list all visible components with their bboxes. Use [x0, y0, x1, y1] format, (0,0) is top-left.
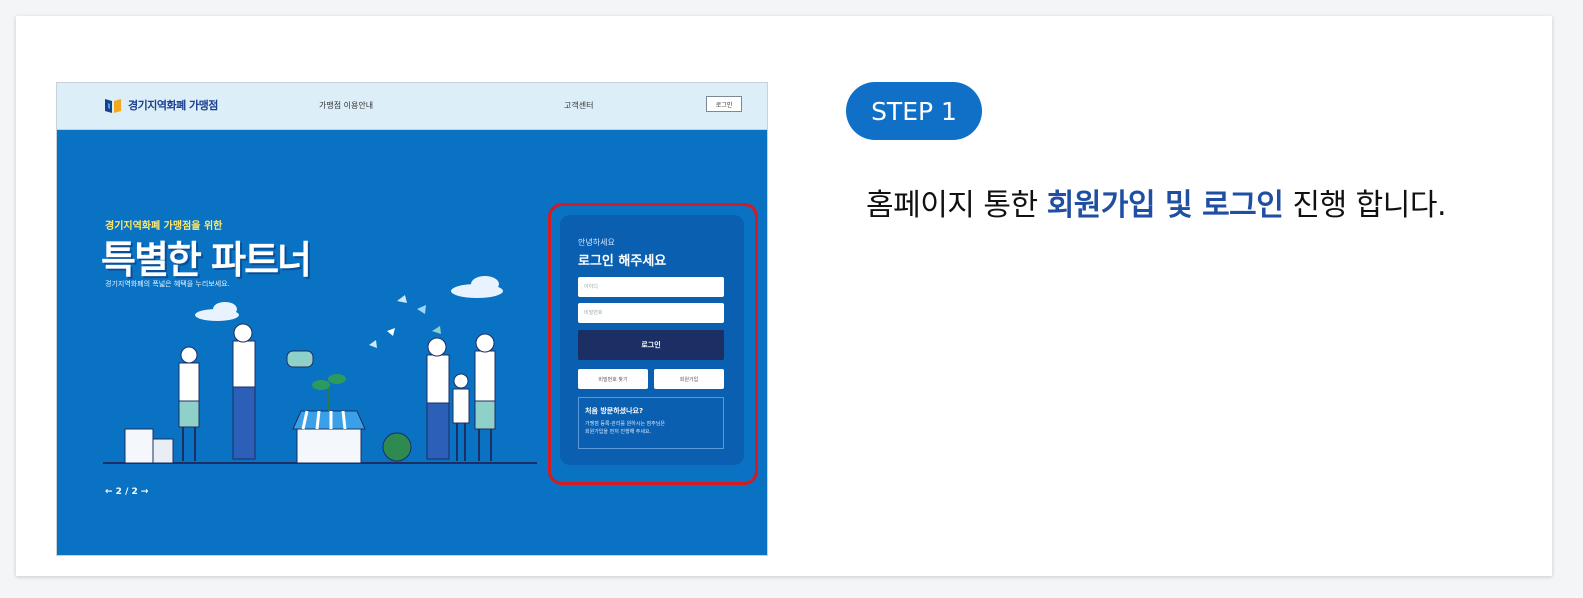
login-greeting: 안녕하세요: [578, 238, 615, 247]
first-visit-desc-line-2: 회원가입을 먼저 진행해 주세요.: [585, 429, 652, 435]
first-visit-info: 처음 방문하셨나요? 가맹점 등록·관리를 원하시는 점주님은 회원가입을 먼저…: [578, 397, 724, 449]
desc-prefix: 홈페이지 통한: [866, 188, 1047, 223]
password-input[interactable]: 비밀번호: [578, 303, 724, 323]
desc-suffix: 진행 합니다.: [1283, 188, 1446, 223]
header-login-button[interactable]: 로그인: [706, 96, 742, 112]
login-panel: 안녕하세요 로그인 해주세요 아이디 비밀번호 로그인 비밀번호 찾기 회원가입…: [560, 215, 744, 465]
site-header: 경기지역화폐 가맹점 가맹점 이용안내 고객센터 로그인: [57, 83, 767, 130]
nav-merchant-guide[interactable]: 가맹점 이용안내: [319, 100, 373, 111]
find-password-button[interactable]: 비밀번호 찾기: [578, 369, 648, 389]
step-description: 홈페이지 통한 회원가입 및 로그인 진행 합니다.: [866, 180, 1446, 224]
join-button[interactable]: 회원가입: [654, 369, 724, 389]
first-visit-desc: 가맹점 등록·관리를 원하시는 점주님은 회원가입을 먼저 진행해 주세요.: [585, 420, 717, 436]
login-title: 로그인 해주세요: [578, 254, 667, 269]
first-visit-desc-line-1: 가맹점 등록·관리를 원하시는 점주님은: [585, 421, 665, 427]
nav-customer-center[interactable]: 고객센터: [564, 100, 593, 111]
slide-pager[interactable]: ← 2 / 2 →: [105, 487, 148, 497]
logo-icon: [105, 99, 121, 113]
website-screenshot: 경기지역화폐 가맹점 가맹점 이용안내 고객센터 로그인 경기지역화폐 가맹점을…: [56, 82, 768, 556]
hero-illustration: [103, 276, 537, 464]
site-logo[interactable]: 경기지역화폐 가맹점: [103, 95, 218, 115]
login-button[interactable]: 로그인: [578, 330, 724, 360]
first-visit-title: 처음 방문하셨나요?: [585, 407, 644, 415]
id-input[interactable]: 아이디: [578, 277, 724, 297]
logo-text: 경기지역화폐 가맹점: [128, 99, 218, 112]
desc-highlight: 회원가입 및 로그인: [1046, 188, 1284, 223]
step-badge: STEP 1: [846, 82, 982, 140]
